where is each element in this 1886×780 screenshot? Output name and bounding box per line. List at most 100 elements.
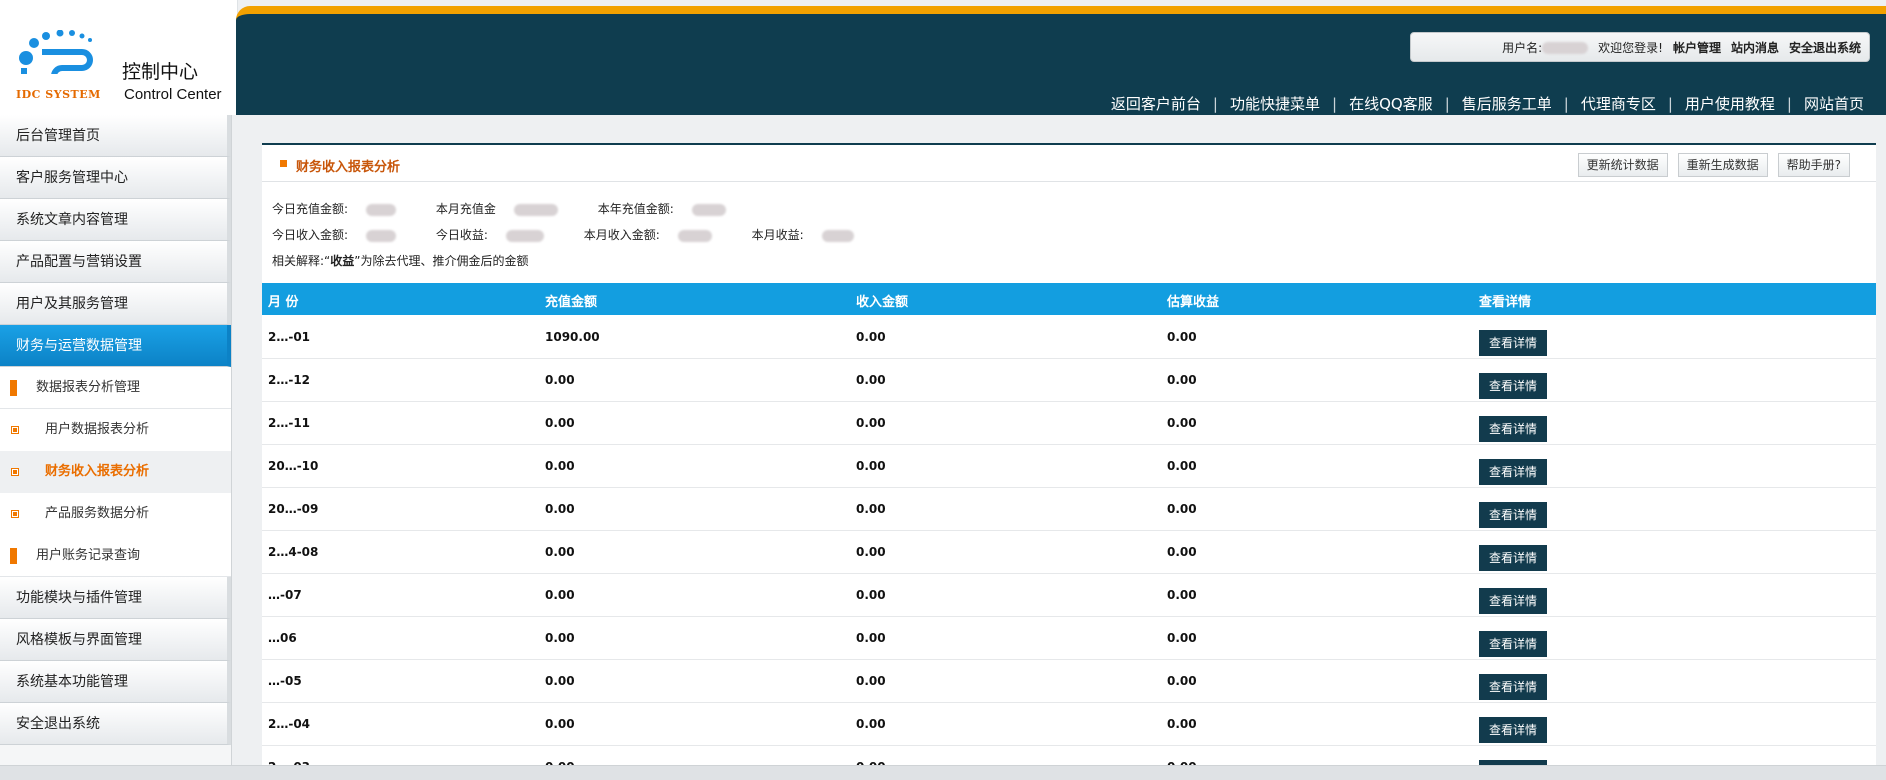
username-label: 用户名: [1502, 39, 1589, 56]
top-nav: 返回客户前台 | 功能快捷菜单 | 在线QQ客服 | 售后服务工单 | 代理商专区 | 用… [1111, 93, 1864, 114]
view-detail-button[interactable]: 查看详情 [1479, 416, 1547, 442]
sidebar-item-users[interactable]: 用户及其服务管理 [0, 283, 231, 325]
view-detail-button[interactable]: 查看详情 [1479, 717, 1547, 743]
view-detail-button[interactable]: 查看详情 [1479, 588, 1547, 614]
sidebar-subitem-user-report[interactable]: 用户数据报表分析 [0, 409, 231, 451]
stats-line-1: 今日充值金额: 本月充值金 本年充值金额: [272, 196, 1876, 222]
header: 用户名: 欢迎您登录! 帐户管理 站内消息 安全退出系统 返回客户前台 | 功能快… [236, 6, 1886, 115]
col-income: 收入金额 [856, 295, 909, 310]
cell-profit: 0.00 [1167, 545, 1197, 559]
view-detail-button[interactable]: 查看详情 [1479, 330, 1547, 356]
account-link[interactable]: 帐户管理 [1673, 39, 1721, 56]
nav-separator: | [1212, 94, 1218, 113]
col-month: 月 份 [268, 295, 299, 310]
redacted-value [505, 229, 544, 242]
sidebar-subitem-billing-records[interactable]: 用户账务记录查询 [0, 535, 231, 577]
help-manual-button[interactable]: 帮助手册? [1777, 153, 1850, 177]
cell-income: 0.00 [856, 502, 886, 516]
nav-separator: | [1667, 94, 1673, 113]
sidebar-subitem-product-report[interactable]: 产品服务数据分析 [0, 493, 231, 535]
username-redacted [1542, 42, 1589, 54]
nav-item[interactable]: 功能快捷菜单 [1230, 93, 1320, 114]
nav-separator: | [1444, 94, 1450, 113]
note-suffix: ”为除去代理、推介佣金后的金额 [354, 254, 529, 268]
table-row: 20…-10 0.00 0.00 0.00 查看详情 [262, 445, 1876, 488]
nav-item[interactable]: 网站首页 [1804, 93, 1864, 114]
nav-item[interactable]: 用户使用教程 [1685, 93, 1775, 114]
stats-note: 相关解释:“收益”为除去代理、推介佣金后的金额 [272, 248, 1876, 274]
sidebar-item-products[interactable]: 产品配置与营销设置 [0, 241, 231, 283]
col-profit: 估算收益 [1167, 295, 1220, 310]
regenerate-data-button[interactable]: 重新生成数据 [1677, 153, 1768, 177]
cell-income: 0.00 [856, 674, 886, 688]
orange-marker-icon [10, 548, 17, 564]
update-stats-button[interactable]: 更新统计数据 [1577, 153, 1668, 177]
view-detail-button[interactable]: 查看详情 [1479, 373, 1547, 399]
logo-area: IDC SYSTEM 控制中心 Control Center [0, 0, 238, 115]
sidebar-item-articles[interactable]: 系统文章内容管理 [0, 199, 231, 241]
sidebar-item-plugins[interactable]: 功能模块与插件管理 [0, 577, 231, 619]
col-recharge: 充值金额 [545, 295, 598, 310]
nav-item[interactable]: 返回客户前台 [1111, 93, 1201, 114]
cell-month: 2…-12 [268, 373, 311, 387]
sidebar-subitem-label: 用户数据报表分析 [45, 422, 150, 437]
table-row: 2…-11 0.00 0.00 0.00 查看详情 [262, 402, 1876, 445]
nav-item[interactable]: 售后服务工单 [1462, 93, 1552, 114]
cell-month: …-07 [268, 588, 302, 602]
bullet-icon [11, 468, 19, 476]
sidebar-subitem-label: 财务收入报表分析 [45, 464, 150, 479]
col-detail: 查看详情 [1479, 295, 1532, 310]
table-row: 2…-12 0.00 0.00 0.00 查看详情 [262, 359, 1876, 402]
cell-income: 0.00 [856, 373, 886, 387]
sidebar-item-templates[interactable]: 风格模板与界面管理 [0, 619, 231, 661]
cell-profit: 0.00 [1167, 459, 1197, 473]
main-panel: 财务收入报表分析 更新统计数据 重新生成数据 帮助手册? 今日充值金额: 本月充… [262, 143, 1876, 780]
sidebar-subitem-finance-report[interactable]: 财务收入报表分析 [0, 451, 231, 493]
sidebar-item-logout[interactable]: 安全退出系统 [0, 703, 231, 745]
logout-link[interactable]: 安全退出系统 [1789, 39, 1861, 56]
welcome-text: 欢迎您登录! [1598, 40, 1663, 55]
cell-profit: 0.00 [1167, 373, 1197, 387]
nav-item[interactable]: 在线QQ客服 [1349, 93, 1433, 114]
nav-separator: | [1332, 94, 1338, 113]
sidebar-subitem-report-analysis[interactable]: 数据报表分析管理 [0, 367, 231, 409]
stats-line-2: 今日收入金额: 今日收益: 本月收入金额: 本月收益: [272, 222, 1876, 248]
nav-item[interactable]: 代理商专区 [1581, 93, 1656, 114]
month-recharge: 本月充值金 [436, 202, 576, 216]
cell-month: …06 [268, 631, 297, 645]
messages-link[interactable]: 站内消息 [1731, 39, 1779, 56]
table-row: …-07 0.00 0.00 0.00 查看详情 [262, 574, 1876, 617]
logo-brand: IDC SYSTEM [16, 88, 101, 101]
user-bar: 用户名: 欢迎您登录! 帐户管理 站内消息 安全退出系统 [1410, 32, 1870, 62]
view-detail-button[interactable]: 查看详情 [1479, 502, 1547, 528]
cell-profit: 0.00 [1167, 416, 1197, 430]
horizontal-scrollbar[interactable] [0, 765, 1886, 780]
logo-title-en: Control Center [124, 86, 222, 103]
sidebar-item-admin-home[interactable]: 后台管理首页 [0, 115, 231, 157]
sidebar-item-finance[interactable]: 财务与运营数据管理 [0, 325, 231, 367]
cell-month: 20…-09 [268, 502, 319, 516]
sidebar-item-customer-service[interactable]: 客户服务管理中心 [0, 157, 231, 199]
today-profit: 今日收益: [436, 228, 562, 242]
cell-month: 2…4-08 [268, 545, 319, 559]
cell-recharge: 0.00 [545, 588, 575, 602]
orange-marker-icon [10, 380, 17, 396]
panel-buttons: 更新统计数据 重新生成数据 帮助手册? [1577, 153, 1850, 177]
today-income: 今日收入金额: [272, 228, 414, 242]
redacted-value [366, 229, 397, 242]
view-detail-button[interactable]: 查看详情 [1479, 674, 1547, 700]
cell-income: 0.00 [856, 416, 886, 430]
table-header: 月 份 充值金额 收入金额 估算收益 查看详情 [262, 283, 1876, 315]
sidebar-subitem-label: 数据报表分析管理 [36, 380, 141, 395]
cell-recharge: 0.00 [545, 373, 575, 387]
view-detail-button[interactable]: 查看详情 [1479, 631, 1547, 657]
cell-recharge: 0.00 [545, 717, 575, 731]
view-detail-button[interactable]: 查看详情 [1479, 545, 1547, 571]
redacted-value [366, 203, 397, 216]
cell-profit: 0.00 [1167, 330, 1197, 344]
table-row: 2…-04 0.00 0.00 0.00 查看详情 [262, 703, 1876, 746]
table-row: 2…4-08 0.00 0.00 0.00 查看详情 [262, 531, 1876, 574]
cell-recharge: 0.00 [545, 416, 575, 430]
sidebar-item-system[interactable]: 系统基本功能管理 [0, 661, 231, 703]
view-detail-button[interactable]: 查看详情 [1479, 459, 1547, 485]
